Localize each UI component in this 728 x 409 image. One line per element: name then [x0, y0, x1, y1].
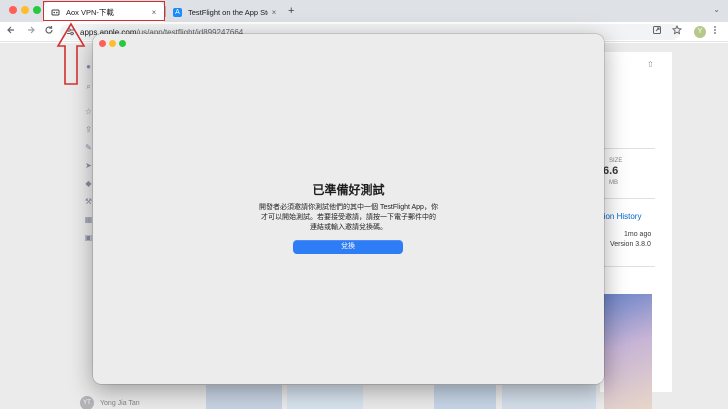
tab-aox-vpn[interactable]: Aox VPN-下載 ×: [44, 2, 164, 22]
tab-close-icon[interactable]: ×: [268, 8, 280, 17]
tab-search-chevron-icon[interactable]: ⌄: [713, 5, 720, 14]
share-icon[interactable]: ⇧: [647, 60, 654, 69]
modal-minimize-button[interactable]: [109, 40, 116, 47]
avatar: YT: [80, 396, 94, 409]
ready-to-test-title: 已準備好測試: [312, 183, 385, 197]
play-rocket-icon[interactable]: ◆: [84, 179, 93, 188]
description-line: 才可以開始測試。若要接受邀請，請按一下電子郵件中的: [261, 214, 436, 221]
ready-to-test-description: 開發者必須邀請你測試他們的其中一個 TestFlight App，你 才可以開始…: [253, 203, 444, 233]
review-user: YT Yong Jia Tan: [80, 396, 140, 409]
tab-testflight[interactable]: A TestFlight on the App Store ×: [166, 2, 284, 22]
modal-close-button[interactable]: [99, 40, 106, 47]
review-user-name: Yong Jia Tan: [100, 399, 140, 407]
screenshot-thumbnail[interactable]: [287, 385, 363, 409]
divider: [600, 266, 655, 267]
window-zoom-button[interactable]: [33, 6, 41, 14]
size-unit: MB: [609, 180, 618, 186]
testflight-window: 已準備好測試 開發者必須邀請你測試他們的其中一個 TestFlight App，…: [93, 34, 604, 384]
tab-strip: Aox VPN-下載 × A TestFlight on the App Sto…: [0, 0, 728, 22]
ipad-screenshot[interactable]: [604, 294, 652, 409]
tab-close-icon[interactable]: ×: [148, 8, 160, 17]
create-brush-icon[interactable]: ✎: [84, 143, 93, 152]
more-menu-icon[interactable]: [713, 25, 717, 39]
profile-avatar[interactable]: Y: [694, 26, 706, 38]
categories-grid-icon[interactable]: ▦: [84, 215, 93, 224]
back-arrow-icon[interactable]: [4, 25, 18, 39]
size-value: 6.6: [603, 165, 619, 177]
window-close-button[interactable]: [9, 6, 17, 14]
version-number: Version 3.8.0: [610, 241, 651, 248]
tab-title: Aox VPN-下載: [66, 7, 114, 17]
screenshot-thumbnail[interactable]: [502, 385, 596, 409]
size-label: SIZE: [609, 158, 623, 164]
open-in-app-icon[interactable]: [652, 25, 662, 39]
reload-icon[interactable]: [42, 25, 56, 39]
tab-title: TestFlight on the App Store: [188, 7, 268, 17]
redeem-button[interactable]: 兌換: [293, 240, 403, 254]
divider: [600, 148, 655, 149]
screenshot-thumbnail[interactable]: [206, 385, 282, 409]
work-paperplane-icon[interactable]: ➤: [84, 161, 93, 170]
description-line: 開發者必須邀請你測試他們的其中一個 TestFlight App，你: [259, 204, 438, 211]
annotation-up-arrow-icon: [56, 22, 86, 85]
aox-vpn-favicon-icon: [51, 8, 60, 17]
window-minimize-button[interactable]: [21, 6, 29, 14]
discover-star-icon[interactable]: ☆: [84, 107, 93, 116]
new-tab-button[interactable]: +: [288, 4, 294, 18]
app-store-favicon-icon: A: [173, 7, 182, 17]
divider: [600, 198, 655, 199]
description-line: 連結或輸入邀請兌換碼。: [310, 224, 387, 231]
bookmark-star-icon[interactable]: [671, 24, 683, 39]
version-time: 1mo ago: [624, 231, 652, 238]
forward-arrow-icon[interactable]: [24, 25, 38, 39]
updates-icon[interactable]: ▣: [84, 233, 93, 242]
arcade-icon[interactable]: ⇪: [84, 125, 93, 134]
modal-zoom-button[interactable]: [119, 40, 126, 47]
screenshot-thumbnail[interactable]: [434, 385, 496, 409]
develop-hammer-icon[interactable]: ⚒: [84, 197, 93, 206]
